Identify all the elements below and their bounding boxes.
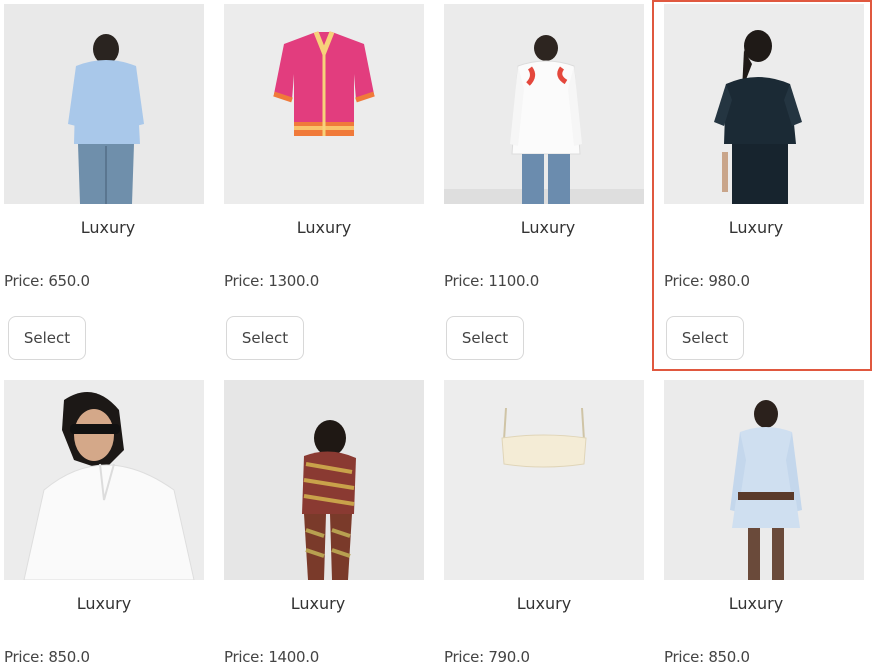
product-brand: Luxury (728, 594, 784, 613)
product-image[interactable] (664, 380, 864, 580)
product-brand: Luxury (516, 594, 572, 613)
product-brand: Luxury (80, 218, 136, 237)
select-button[interactable]: Select (226, 316, 304, 360)
product-brand: Luxury (520, 218, 576, 237)
product-image[interactable] (224, 380, 424, 580)
product-brand: Luxury (76, 594, 132, 613)
product-price: Price: 1100.0 (444, 272, 539, 290)
selected-card-highlight (652, 0, 872, 371)
product-price: Price: 1300.0 (224, 272, 319, 290)
product-image[interactable] (4, 4, 204, 204)
product-price: Price: 790.0 (444, 648, 530, 666)
product-price: Price: 1400.0 (224, 648, 319, 666)
select-button[interactable]: Select (446, 316, 524, 360)
product-image[interactable] (444, 4, 644, 204)
product-price: Price: 650.0 (4, 272, 90, 290)
product-price: Price: 850.0 (4, 648, 90, 666)
product-image[interactable] (444, 380, 644, 580)
product-price: Price: 850.0 (664, 648, 750, 666)
select-button[interactable]: Select (8, 316, 86, 360)
product-image[interactable] (224, 4, 424, 204)
product-image[interactable] (4, 380, 204, 580)
product-brand: Luxury (290, 594, 346, 613)
product-brand: Luxury (296, 218, 352, 237)
